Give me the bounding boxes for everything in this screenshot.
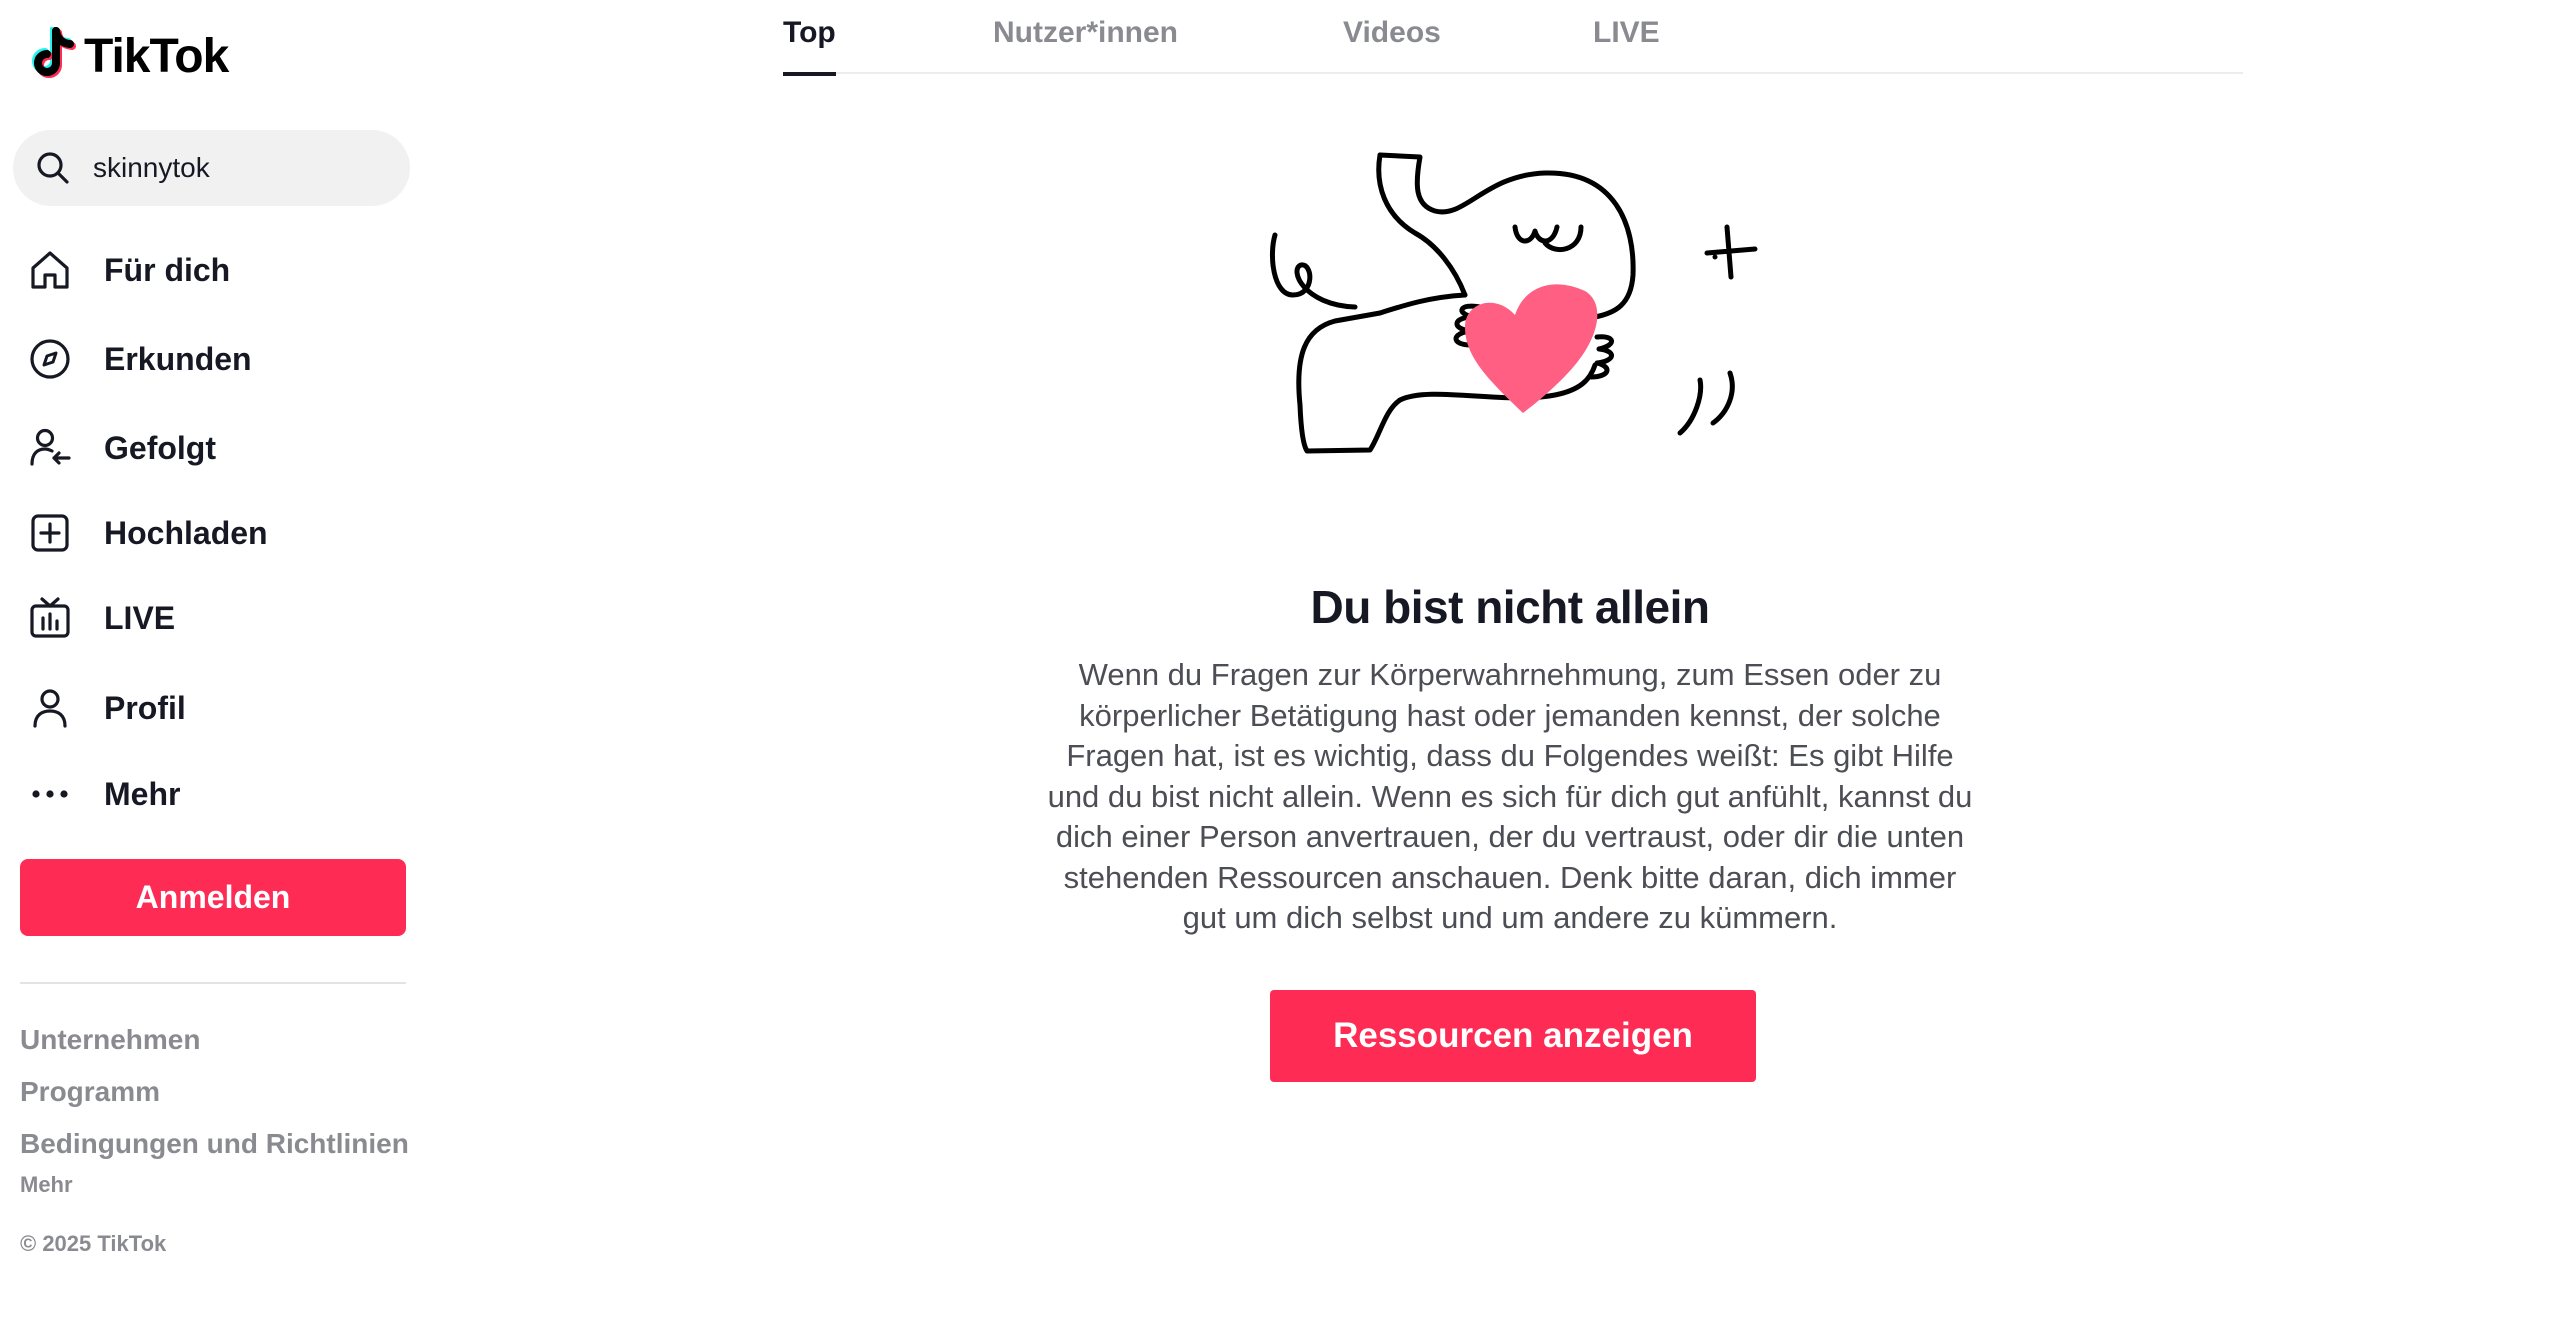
sidebar-item-label: LIVE xyxy=(104,599,176,636)
compass-icon xyxy=(30,339,70,379)
tiktok-note-icon xyxy=(32,27,76,78)
tab-live[interactable]: LIVE xyxy=(1593,16,1660,74)
sidebar: TikTok Für dich Erkunden xyxy=(0,0,420,1337)
sidebar-item-upload[interactable]: Hochladen xyxy=(26,503,406,563)
tab-videos[interactable]: Videos xyxy=(1343,16,1441,74)
logo-wordmark: TikTok xyxy=(84,29,229,83)
login-button[interactable]: Anmelden xyxy=(20,859,406,936)
sidebar-item-label: Gefolgt xyxy=(104,429,216,466)
profile-icon xyxy=(33,689,67,728)
sidebar-item-label: Hochladen xyxy=(104,514,268,551)
search-input[interactable] xyxy=(93,152,393,184)
footer-link-terms[interactable]: Bedingungen und Richtlinien xyxy=(20,1128,409,1160)
support-message: Wenn du Fragen zur Körperwahrnehmung, zu… xyxy=(1047,657,1973,935)
sidebar-item-profile[interactable]: Profil xyxy=(26,678,406,738)
more-dots-icon xyxy=(32,790,68,798)
tiktok-logo[interactable]: TikTok xyxy=(26,26,229,86)
sidebar-item-label: Profil xyxy=(104,689,186,726)
sidebar-item-following[interactable]: Gefolgt xyxy=(26,418,406,478)
sidebar-item-label: Mehr xyxy=(104,775,181,812)
sidebar-item-label: Für dich xyxy=(104,251,231,288)
sidebar-divider xyxy=(20,982,406,984)
footer-link-program[interactable]: Programm xyxy=(20,1076,160,1108)
sidebar-item-for-you[interactable]: Für dich xyxy=(26,240,406,300)
copyright-text: © 2025 TikTok xyxy=(20,1231,167,1256)
live-tv-icon xyxy=(30,597,70,638)
home-icon xyxy=(31,251,69,289)
stomach-hugging-heart-illustration xyxy=(1269,152,1758,454)
sidebar-item-label: Erkunden xyxy=(104,340,252,377)
search-tabs: Top Nutzer*innen Videos LIVE xyxy=(783,0,2243,76)
view-resources-button[interactable]: Ressourcen anzeigen xyxy=(1270,990,1756,1082)
footer-link-company[interactable]: Unternehmen xyxy=(20,1024,200,1056)
sidebar-item-explore[interactable]: Erkunden xyxy=(26,329,406,389)
headline: Du bist nicht allein xyxy=(1310,581,1710,633)
sidebar-item-more[interactable]: Mehr xyxy=(26,764,406,824)
upload-plus-icon xyxy=(31,514,69,552)
search-icon xyxy=(37,152,69,184)
tab-top[interactable]: Top xyxy=(783,16,836,76)
search-box[interactable] xyxy=(13,130,410,206)
user-follow-icon xyxy=(30,428,71,466)
sidebar-item-live[interactable]: LIVE xyxy=(26,588,406,648)
tab-users[interactable]: Nutzer*innen xyxy=(993,16,1178,74)
footer-more-link[interactable]: Mehr xyxy=(20,1172,73,1198)
